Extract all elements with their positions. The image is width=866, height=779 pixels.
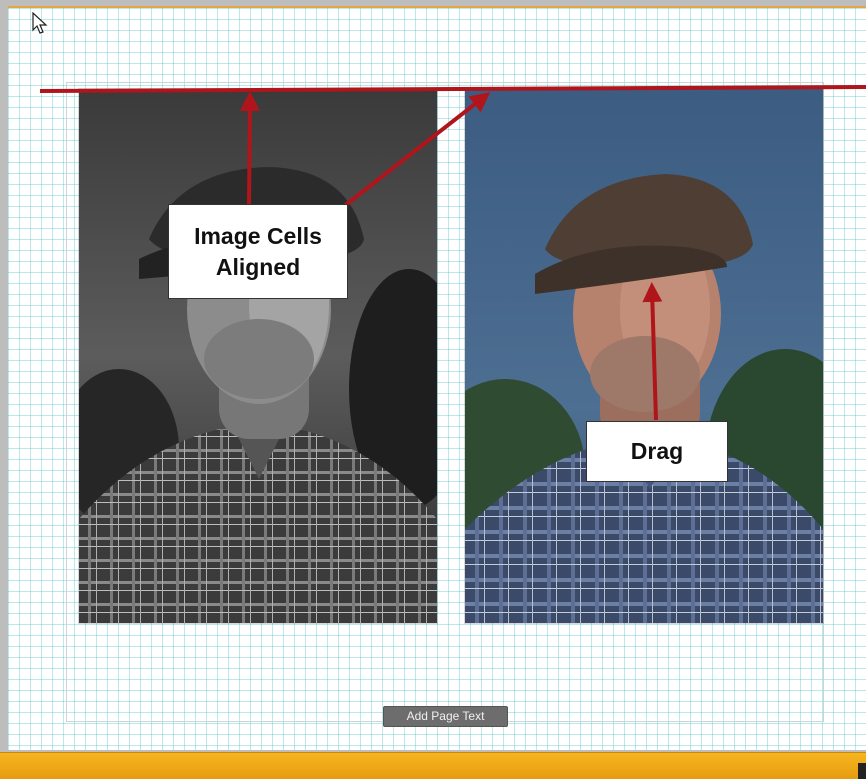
callout-aligned-text: Image Cells Aligned bbox=[194, 222, 322, 280]
callout-drag: Drag bbox=[586, 421, 728, 482]
add-page-text-button[interactable]: Add Page Text bbox=[383, 706, 508, 727]
image-cell-right[interactable] bbox=[465, 89, 823, 623]
toolbar-widget[interactable] bbox=[858, 763, 866, 779]
layout-window: Image Cells Aligned Drag Add Page Text bbox=[0, 0, 866, 779]
image-cell-left[interactable] bbox=[79, 89, 437, 623]
bottom-toolbar bbox=[0, 752, 866, 779]
portrait-color-photo bbox=[465, 89, 823, 623]
callout-image-cells-aligned: Image Cells Aligned bbox=[168, 204, 348, 299]
portrait-bw-photo bbox=[79, 89, 437, 623]
callout-drag-text: Drag bbox=[630, 438, 684, 464]
arrow-cursor-icon bbox=[32, 12, 48, 34]
